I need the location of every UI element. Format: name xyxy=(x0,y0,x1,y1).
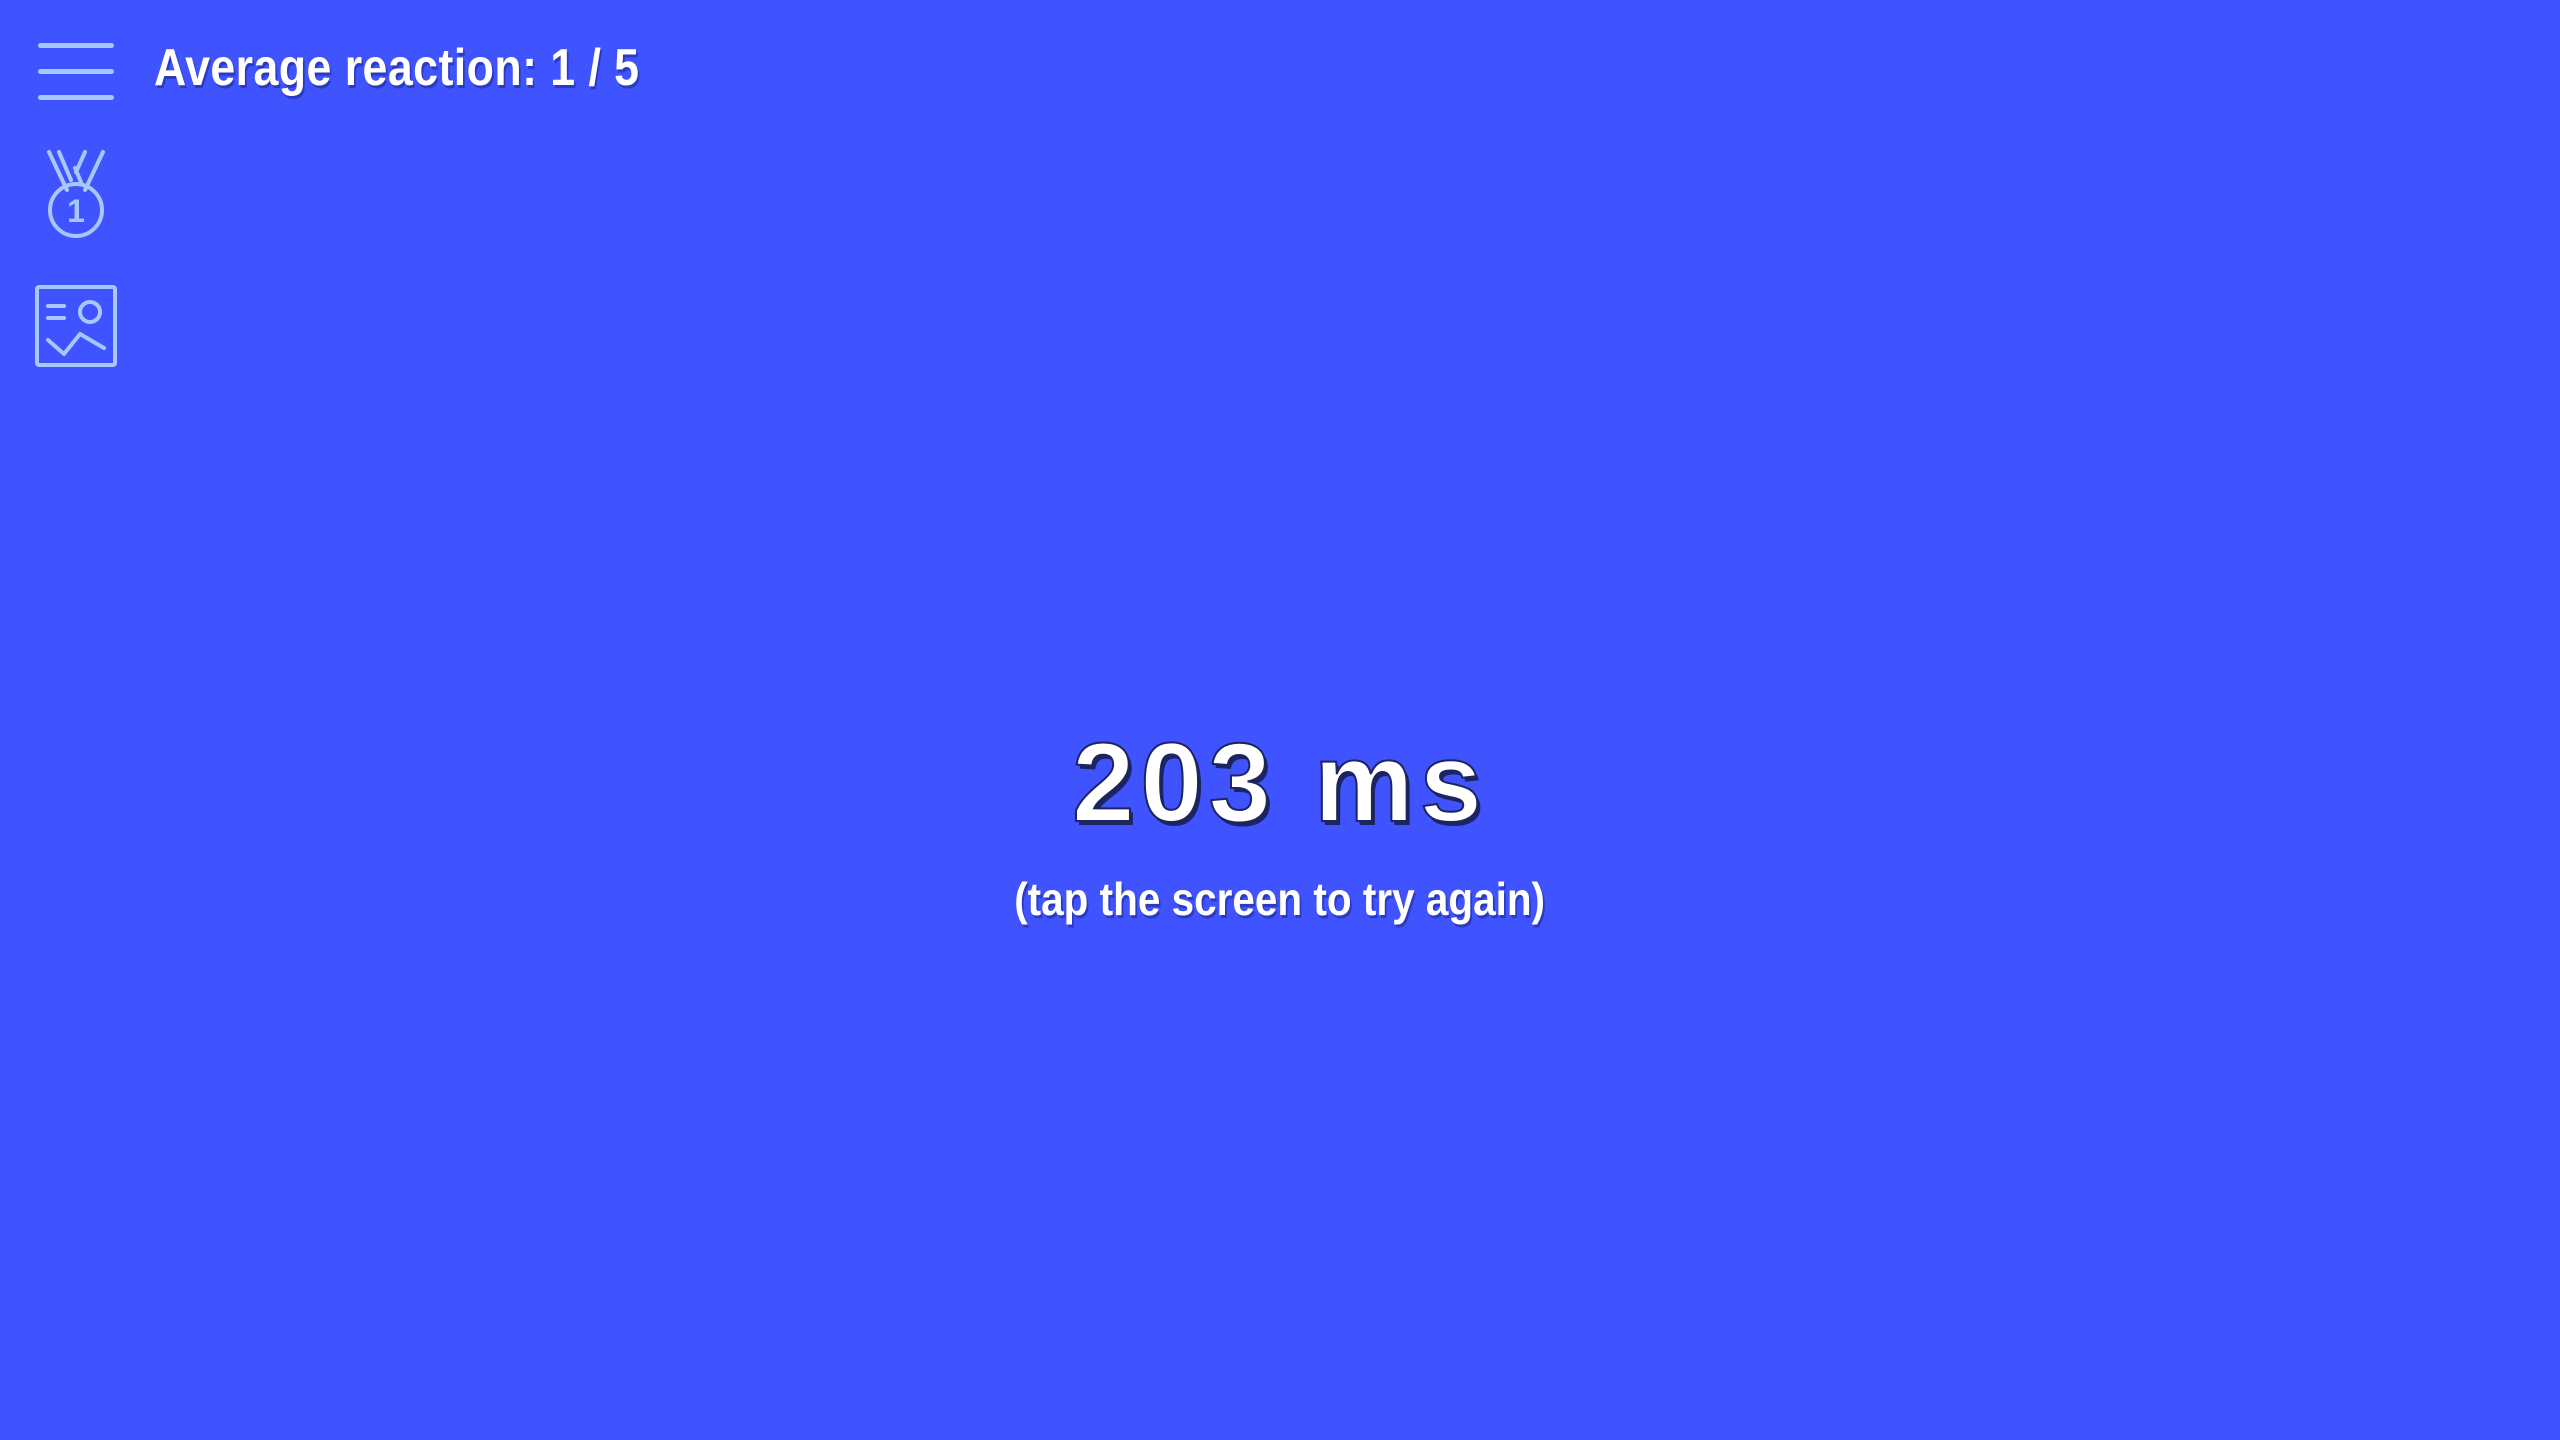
retry-hint-text: (tap the screen to try again) xyxy=(1014,873,1546,925)
tap-area[interactable]: Average reaction: 1 / 5 1 203 ms (tap th… xyxy=(0,0,2560,1440)
medal-icon: 1 xyxy=(47,150,105,238)
reaction-time-result: 203 ms xyxy=(1071,719,1488,846)
medal-number: 1 xyxy=(67,193,85,229)
leaderboard-button[interactable]: 1 xyxy=(30,148,122,240)
image-gallery-icon xyxy=(35,285,117,367)
retry-hint: (tap the screen to try again) xyxy=(0,872,2560,926)
hamburger-menu-icon xyxy=(38,43,114,100)
menu-button[interactable] xyxy=(30,26,122,118)
gallery-button[interactable] xyxy=(30,280,122,372)
average-reaction-counter: Average reaction: 1 / 5 xyxy=(154,39,640,97)
